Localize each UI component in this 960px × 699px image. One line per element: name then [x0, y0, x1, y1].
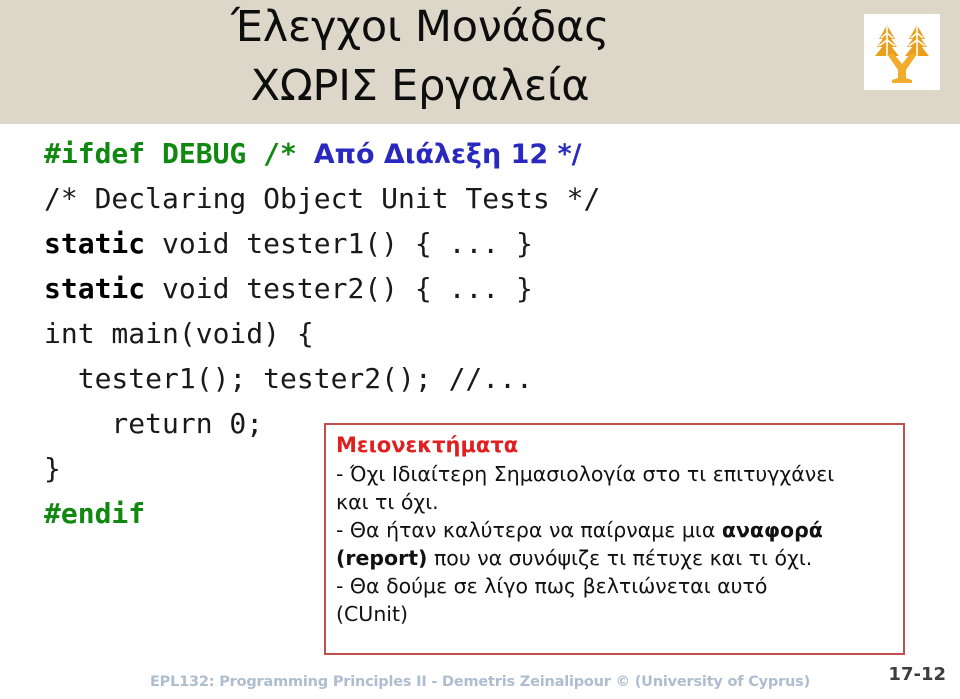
code-line: /* Declaring Object Unit Tests */	[44, 176, 600, 221]
callout-text: (CUnit)	[336, 602, 409, 626]
callout-text: (report)	[336, 546, 428, 570]
code-token: /* Declaring Object Unit Tests */	[44, 182, 601, 215]
page-title: Έλεγχοι Μονάδας ΧΩΡΙΣ Εργαλεία	[230, 2, 610, 111]
callout-line: - Θα ήταν καλύτερα να παίρναμε μια αναφο…	[336, 516, 893, 544]
code-token: void tester1() { ... }	[145, 227, 533, 260]
code-token: int main(void) {	[44, 317, 314, 350]
callout-title: Μειονεκτήματα	[336, 433, 519, 457]
callout-line: και τι όχι.	[336, 488, 893, 516]
callout-text: και τι όχι.	[336, 490, 439, 514]
disadvantages-callout: Μειονεκτήματα - Όχι Ιδιαίτερη Σημασιολογ…	[324, 423, 905, 655]
university-of-cyprus-logo	[864, 14, 940, 90]
callout-line: - Θα δούμε σε λίγο πως βελτιώνεται αυτό	[336, 572, 893, 600]
callout-text: που να συνόψιζε τι πέτυχε και τι όχι.	[427, 546, 813, 570]
callout-text: - Θα ήταν καλύτερα να παίρναμε μια	[336, 518, 722, 542]
callout-line: (CUnit)	[336, 600, 893, 628]
code-line: #ifdef DEBUG /* Από Διάλεξη 12 */	[44, 131, 600, 176]
callout-body: - Όχι Ιδιαίτερη Σημασιολογία στο τι επιτ…	[336, 460, 893, 628]
code-token: static	[44, 227, 146, 260]
logo-trees-icon	[864, 14, 940, 90]
code-token: #ifdef DEBUG	[44, 137, 264, 170]
callout-text: - Όχι Ιδιαίτερη Σημασιολογία στο τι επιτ…	[336, 462, 835, 486]
code-token: return 0;	[44, 407, 264, 440]
slide-header-band: Έλεγχοι Μονάδας ΧΩΡΙΣ Εργαλεία	[0, 0, 960, 124]
code-token: }	[44, 452, 61, 485]
callout-line: - Όχι Ιδιαίτερη Σημασιολογία στο τι επιτ…	[336, 460, 893, 488]
code-token: Από Διάλεξη 12 */	[313, 139, 582, 170]
callout-text: - Θα δούμε σε λίγο πως βελτιώνεται αυτό	[336, 574, 768, 598]
code-token: void tester2() { ... }	[145, 272, 533, 305]
code-token: #endif	[44, 497, 146, 530]
code-token: static	[44, 272, 146, 305]
code-line: static void tester1() { ... }	[44, 221, 600, 266]
page-number: 17-12	[888, 664, 946, 685]
callout-line: (report) που να συνόψιζε τι πέτυχε και τ…	[336, 544, 893, 572]
code-token: /*	[263, 137, 314, 170]
code-line: tester1(); tester2(); //...	[44, 356, 600, 401]
code-line: int main(void) {	[44, 311, 600, 356]
callout-text: αναφορά	[721, 518, 823, 542]
code-token: tester1(); tester2(); //...	[44, 362, 533, 395]
footer-course-line: EPL132: Programming Principles II - Deme…	[149, 674, 811, 690]
code-line: static void tester2() { ... }	[44, 266, 600, 311]
